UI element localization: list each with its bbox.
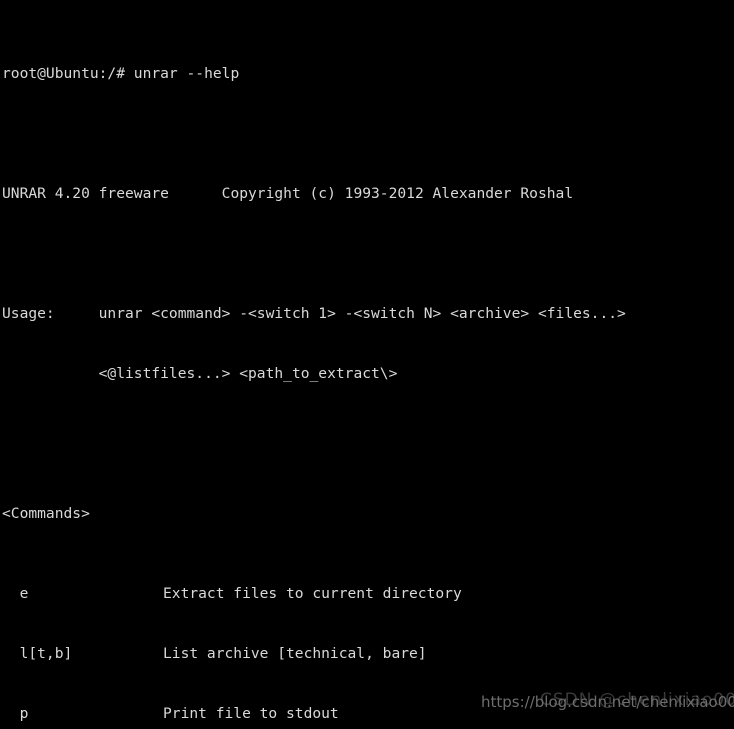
terminal-output: root@Ubuntu:/# unrar --help UNRAR 4.20 f… xyxy=(2,4,734,729)
usage-line-1: Usage: unrar <command> -<switch 1> -<swi… xyxy=(2,305,626,322)
command-desc: List archive [technical, bare] xyxy=(163,645,427,662)
command-row: p Print file to stdout xyxy=(2,704,734,724)
terminal-window[interactable]: root@Ubuntu:/# unrar --help UNRAR 4.20 f… xyxy=(0,0,734,729)
command-key: e xyxy=(2,585,29,602)
command-desc: Print file to stdout xyxy=(163,705,339,722)
version-line: UNRAR 4.20 freeware Copyright (c) 1993-2… xyxy=(2,185,574,202)
prompt-line: root@Ubuntu:/# unrar --help xyxy=(2,65,240,82)
usage-line-2: <@listfiles...> <path_to_extract\> xyxy=(2,365,398,382)
commands-section-header: <Commands> xyxy=(2,505,90,522)
command-row: l[t,b] List archive [technical, bare] xyxy=(2,644,734,664)
command-desc: Extract files to current directory xyxy=(163,585,462,602)
command-key: p xyxy=(2,705,29,722)
command-row: e Extract files to current directory xyxy=(2,584,734,604)
command-key: l[t,b] xyxy=(2,645,73,662)
